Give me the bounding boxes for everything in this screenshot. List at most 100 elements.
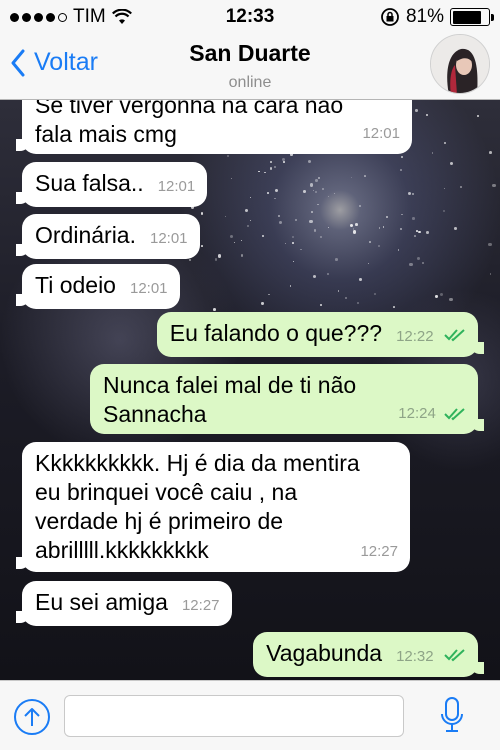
microphone-button[interactable] (440, 697, 464, 738)
firework-spark (294, 218, 297, 221)
firework-spark (327, 195, 329, 197)
firework-spark (230, 234, 234, 239)
message-text: abrilllll.kkkkkkkkk (35, 537, 209, 563)
firework-spark (269, 167, 273, 171)
message-time: 12:01 (129, 280, 168, 297)
message-input[interactable] (64, 695, 404, 737)
double-check-icon (444, 329, 465, 342)
message-outgoing[interactable]: Nunca falei mal de ti não Sannacha 12:24 (90, 364, 484, 434)
double-check-icon (444, 649, 465, 662)
firework-spark (189, 258, 192, 261)
contact-name[interactable]: San Duarte (0, 40, 500, 67)
message-text: fala mais cmg (35, 121, 177, 147)
firework-spark (399, 169, 402, 172)
firework-spark (292, 242, 295, 245)
firework-spark (317, 176, 321, 180)
firework-spark (326, 273, 329, 275)
firework-spark (373, 293, 376, 296)
firework-spark (212, 308, 216, 312)
firework-spark (488, 242, 492, 247)
firework-spark (240, 239, 242, 241)
message-time: 12:22 (396, 328, 434, 345)
message-outgoing[interactable]: Eu falando o que??? 12:22 (156, 312, 484, 357)
firework-spark (401, 214, 403, 216)
firework-spark (315, 190, 318, 193)
firework-spark (281, 157, 285, 162)
attach-button[interactable] (14, 699, 50, 735)
firework-spark (292, 236, 295, 239)
firework-spark (408, 192, 412, 196)
firework-spark (425, 113, 428, 117)
firework-spark (492, 183, 496, 187)
firework-spark (317, 203, 320, 206)
firework-spark (309, 183, 314, 187)
firework-spark (449, 161, 453, 165)
firework-spark (358, 277, 362, 281)
message-text: Kkkkkkkkkk. Hj é dia da mentira (35, 450, 360, 476)
firework-spark (417, 256, 421, 260)
firework-spark (261, 234, 265, 238)
firework-spark (274, 188, 278, 192)
message-incoming[interactable]: Eu sei amiga 12:27 (16, 581, 232, 626)
firework-spark (393, 306, 395, 309)
firework-spark (314, 229, 317, 232)
message-time: 12:27 (360, 543, 398, 560)
firework-spark (449, 297, 453, 301)
message-time-group: 12:24 (398, 399, 466, 428)
firework-spark (350, 176, 353, 178)
message-incoming[interactable]: Kkkkkkkkkk. Hj é dia da mentira eu brinq… (16, 442, 410, 572)
firework-spark (250, 219, 252, 221)
firework-spark (224, 215, 227, 217)
battery-icon (450, 8, 494, 26)
firework-spark (313, 189, 315, 192)
message-text: Nunca falei mal de ti não (103, 372, 357, 398)
firework-spark (277, 214, 280, 217)
firework-spark (418, 231, 421, 234)
contact-avatar[interactable] (430, 34, 490, 94)
firework-spark (283, 161, 286, 164)
firework-spark (258, 171, 260, 173)
firework-spark (409, 262, 413, 266)
firework-spark (249, 197, 252, 199)
message-outgoing[interactable]: Vagabunda 12:32 (253, 632, 484, 677)
firework-spark (200, 211, 204, 215)
double-check-icon (444, 408, 465, 421)
message-time: 12:01 (362, 125, 400, 142)
message-text: Vagabunda (266, 640, 383, 666)
firework-spark (246, 224, 249, 227)
message-time: 12:01 (149, 230, 188, 247)
message-time: 12:24 (398, 405, 436, 422)
firework-spark (337, 290, 339, 292)
firework-spark (443, 188, 446, 190)
firework-spark (359, 204, 362, 207)
chat-area[interactable]: Se tiver vergonha na cara não fala mais … (0, 100, 500, 680)
chat-header: Voltar San Duarte online (0, 34, 500, 100)
message-time: 12:01 (157, 178, 196, 195)
firework-spark (440, 292, 444, 296)
firework-spark (233, 241, 235, 243)
firework-spark (333, 192, 335, 195)
firework-spark (382, 226, 385, 228)
firework-spark (356, 301, 360, 305)
message-incoming[interactable]: Ti odeio 12:01 (16, 264, 180, 309)
message-incoming[interactable]: Ordinária. 12:01 (16, 214, 200, 259)
firework-spark (415, 230, 418, 232)
message-incoming[interactable]: Sua falsa.. 12:01 (16, 162, 208, 207)
firework-spark (443, 141, 446, 144)
firework-spark (435, 295, 438, 298)
firework-spark (309, 219, 313, 224)
firework-spark (352, 230, 357, 234)
firework-spark (350, 224, 354, 228)
firework-spark (328, 227, 330, 229)
firework-spark (292, 261, 294, 263)
firework-spark (421, 262, 424, 265)
message-text: verdade hj é primeiro de (35, 508, 284, 534)
firework-spark (285, 242, 287, 244)
firework-spark (311, 210, 313, 213)
firework-spark (267, 192, 269, 194)
firework-spark (303, 189, 307, 193)
message-incoming[interactable]: Se tiver vergonha na cara não fala mais … (16, 100, 412, 154)
firework-spark (289, 285, 292, 287)
battery-percent: 81% (405, 6, 444, 27)
firework-spark (431, 152, 433, 154)
